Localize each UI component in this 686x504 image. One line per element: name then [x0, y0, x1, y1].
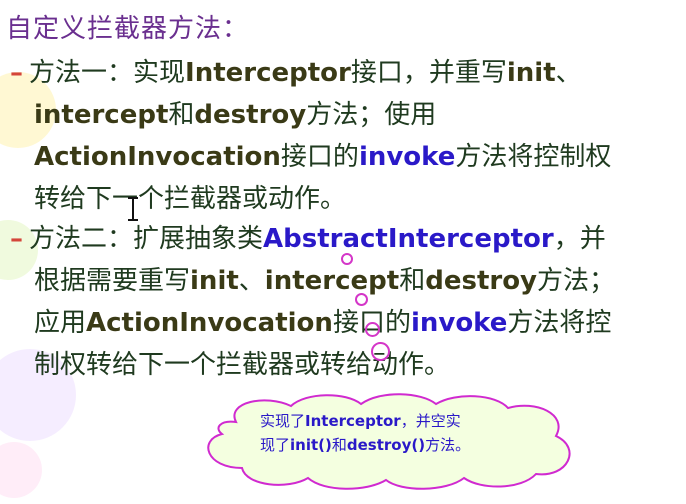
keyword: init()	[290, 436, 332, 454]
annotation-circle	[371, 342, 390, 361]
bullet-line: – 方法二：扩展抽象类AbstractInterceptor，并	[10, 224, 606, 254]
bullet-line: 应用ActionInvocation接口的invoke方法将控	[34, 308, 612, 338]
keyword: Interceptor	[305, 412, 401, 430]
keyword: destroy	[425, 266, 538, 296]
keyword: destroy	[194, 100, 307, 130]
keyword: init	[506, 58, 556, 88]
annotation-circle	[355, 293, 368, 306]
keyword: init	[190, 266, 239, 296]
keyword: invoke	[410, 308, 508, 338]
annotation-circle	[365, 322, 380, 337]
bullet-line: 转给下一个拦截器或动作。	[34, 184, 347, 214]
bullet-line: 制权转给下一个拦截器或转给动作。	[34, 350, 451, 380]
keyword: AbstractInterceptor	[263, 224, 554, 254]
annotation-circle	[341, 253, 353, 265]
bullet-line: 根据需要重写init、intercept和destroy方法；	[34, 266, 616, 296]
slide: 自定义拦截器方法： – 方法一：实现Interceptor接口，并重写init、 …	[0, 0, 686, 504]
keyword: Interceptor	[185, 58, 351, 88]
keyword: invoke	[358, 142, 456, 172]
callout-line: 实现了Interceptor，并空实	[260, 412, 461, 430]
keyword: ActionInvocation	[86, 308, 333, 338]
keyword: intercept	[264, 266, 400, 296]
callout-line: 现了init()和destroy()方法。	[260, 436, 471, 454]
bullet-line: ActionInvocation接口的invoke方法将控制权	[34, 142, 612, 172]
keyword: destroy()	[346, 436, 426, 454]
callout-text: 实现了Interceptor，并空实 现了init()和destroy()方法。	[260, 409, 550, 457]
dash-marker: –	[10, 58, 23, 88]
bullet-line: – 方法一：实现Interceptor接口，并重写init、	[10, 58, 582, 88]
slide-title: 自定义拦截器方法：	[6, 14, 250, 44]
bullet-line: intercept和destroy方法；使用	[34, 100, 437, 130]
keyword: intercept	[34, 100, 169, 130]
bullet-method-one: – 方法一：实现Interceptor接口，并重写init、 intercept和…	[10, 52, 670, 220]
bullet-method-two: – 方法二：扩展抽象类AbstractInterceptor，并 根据需要重写in…	[10, 218, 670, 386]
dash-marker: –	[10, 224, 23, 254]
keyword: ActionInvocation	[34, 142, 281, 172]
